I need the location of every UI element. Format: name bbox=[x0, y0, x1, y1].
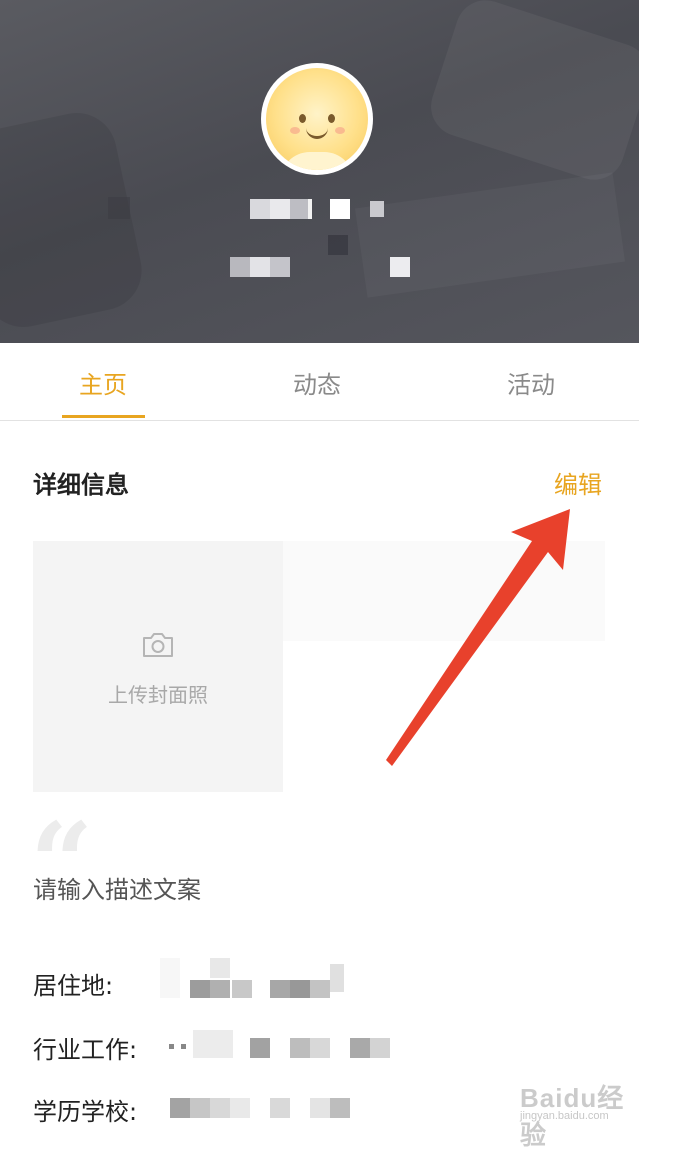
industry-work-label: 行业工作: bbox=[33, 1036, 138, 1064]
upload-cover-button[interactable]: 上传封面照 bbox=[33, 541, 283, 792]
education-school-label: 学历学校: bbox=[33, 1098, 138, 1126]
tab-activities[interactable]: 活动 bbox=[461, 365, 601, 400]
profile-tabs: 主页 动态 活动 bbox=[0, 343, 639, 421]
tab-moments[interactable]: 动态 bbox=[247, 365, 387, 400]
smiley-face-icon bbox=[266, 68, 368, 170]
camera-icon bbox=[143, 633, 173, 657]
header-bg-shape bbox=[423, 0, 639, 188]
avatar[interactable] bbox=[261, 63, 373, 175]
cover-area-background bbox=[283, 541, 605, 641]
residence-value-redacted[interactable] bbox=[150, 958, 350, 1003]
education-school-value-redacted[interactable] bbox=[168, 1096, 358, 1120]
industry-work-value-redacted[interactable] bbox=[165, 1026, 395, 1066]
residence-label: 居住地: bbox=[33, 972, 114, 1000]
user-subtitle-redacted bbox=[228, 235, 418, 280]
active-tab-indicator bbox=[62, 415, 145, 418]
username-redacted bbox=[108, 195, 408, 225]
profile-header bbox=[0, 0, 639, 343]
details-title: 详细信息 bbox=[33, 471, 129, 499]
watermark-url: jingyan.baidu.com bbox=[520, 1110, 609, 1122]
upload-cover-label: 上传封面照 bbox=[108, 683, 208, 707]
description-input[interactable]: 请输入描述文案 bbox=[33, 870, 201, 905]
baidu-watermark: Baidu经验 jingyan.baidu.com bbox=[520, 1070, 650, 1150]
tab-home[interactable]: 主页 bbox=[33, 365, 173, 400]
edit-button[interactable]: 编辑 bbox=[554, 465, 602, 500]
